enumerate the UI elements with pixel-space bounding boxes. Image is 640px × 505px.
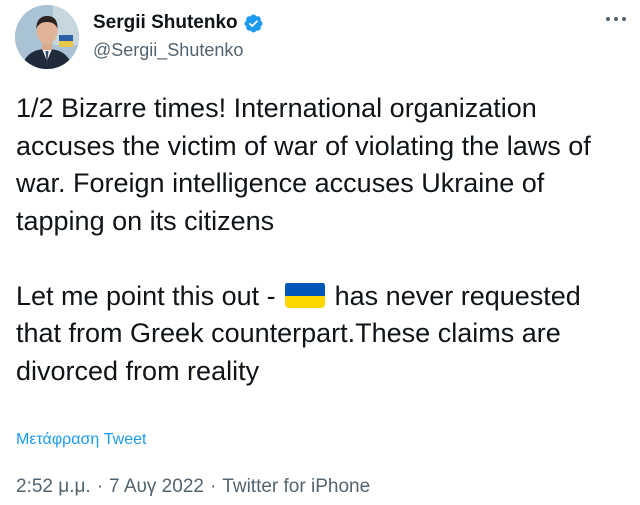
more-options-button[interactable]	[602, 5, 630, 33]
tweet-time[interactable]: 2:52 μ.μ.	[16, 476, 91, 498]
author-info: Sergii Shutenko @Sergii_Shutenko	[93, 10, 264, 61]
display-name[interactable]: Sergii Shutenko	[93, 12, 238, 34]
tweet-paragraph-2: Let me point this out - has never reques…	[16, 278, 631, 391]
verified-badge-icon	[243, 13, 264, 34]
meta-separator: ·	[209, 476, 217, 497]
tweet-source[interactable]: Twitter for iPhone	[222, 476, 370, 498]
handle[interactable]: @Sergii_Shutenko	[93, 40, 264, 61]
ukraine-flag-icon	[285, 282, 326, 308]
meta-separator: ·	[96, 476, 104, 497]
display-name-row: Sergii Shutenko	[93, 10, 264, 36]
avatar-photo	[15, 5, 79, 69]
tweet-text: 1/2 Bizarre times! International organiz…	[16, 90, 631, 390]
tweet-meta: 2:52 μ.μ. · 7 Αυγ 2022 · Twitter for iPh…	[16, 476, 370, 498]
tweet-paragraph-1: 1/2 Bizarre times! International organiz…	[16, 93, 591, 236]
tweet-text-segment: Let me point this out -	[16, 280, 284, 311]
translate-tweet-link[interactable]: Μετάφραση Tweet	[16, 431, 146, 449]
more-horizontal-icon	[606, 17, 626, 21]
tweet-card: Sergii Shutenko @Sergii_Shutenko 1/2 Biz…	[0, 0, 640, 505]
tweet-date[interactable]: 7 Αυγ 2022	[109, 476, 204, 498]
avatar[interactable]	[15, 5, 79, 69]
